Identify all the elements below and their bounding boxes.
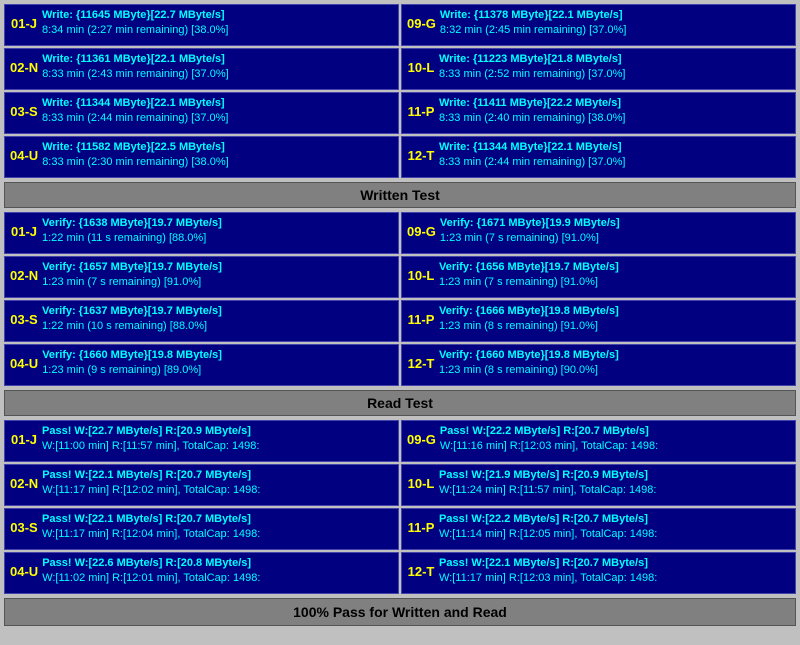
cell-label: 02-N — [10, 52, 42, 83]
grid-cell-left-3: 04-U Verify: {1660 MByte}[19.8 MByte/s] … — [4, 344, 399, 386]
grid-cell-left-0: 01-J Verify: {1638 MByte}[19.7 MByte/s] … — [4, 212, 399, 254]
cell-content: Verify: {1638 MByte}[19.7 MByte/s] 1:22 … — [42, 216, 393, 247]
cell-content: Write: {11361 MByte}[22.1 MByte/s] 8:33 … — [42, 52, 393, 83]
grid-cell-right-3: 12-T Verify: {1660 MByte}[19.8 MByte/s] … — [401, 344, 796, 386]
cell-content: Pass! W:[22.1 MByte/s] R:[20.7 MByte/s] … — [439, 556, 790, 587]
read-section: 01-J Pass! W:[22.7 MByte/s] R:[20.9 MByt… — [4, 420, 796, 594]
grid-cell-left-2: 03-S Pass! W:[22.1 MByte/s] R:[20.7 MByt… — [4, 508, 399, 550]
cell-content: Verify: {1637 MByte}[19.7 MByte/s] 1:22 … — [42, 304, 393, 335]
cell-content: Verify: {1660 MByte}[19.8 MByte/s] 1:23 … — [439, 348, 790, 379]
cell-label: 10-L — [407, 52, 439, 83]
grid-cell-right-2: 11-P Pass! W:[22.2 MByte/s] R:[20.7 MByt… — [401, 508, 796, 550]
grid-cell-left-1: 02-N Write: {11361 MByte}[22.1 MByte/s] … — [4, 48, 399, 90]
grid-cell-right-2: 11-P Verify: {1666 MByte}[19.8 MByte/s] … — [401, 300, 796, 342]
verify-grid: 01-J Verify: {1638 MByte}[19.7 MByte/s] … — [4, 212, 796, 386]
cell-content: Pass! W:[21.9 MByte/s] R:[20.9 MByte/s] … — [439, 468, 790, 499]
cell-label: 03-S — [10, 512, 42, 543]
grid-cell-left-1: 02-N Verify: {1657 MByte}[19.7 MByte/s] … — [4, 256, 399, 298]
verify-section: 01-J Verify: {1638 MByte}[19.7 MByte/s] … — [4, 212, 796, 386]
written-test-header: Written Test — [4, 182, 796, 208]
cell-content: Verify: {1660 MByte}[19.8 MByte/s] 1:23 … — [42, 348, 393, 379]
main-container: 01-J Write: {11645 MByte}[22.7 MByte/s] … — [0, 0, 800, 630]
grid-cell-right-1: 10-L Verify: {1656 MByte}[19.7 MByte/s] … — [401, 256, 796, 298]
cell-label: 12-T — [407, 348, 439, 379]
cell-content: Verify: {1666 MByte}[19.8 MByte/s] 1:23 … — [439, 304, 790, 335]
cell-label: 01-J — [10, 216, 42, 247]
cell-label: 11-P — [407, 96, 439, 127]
cell-content: Pass! W:[22.1 MByte/s] R:[20.7 MByte/s] … — [42, 512, 393, 543]
cell-label: 03-S — [10, 96, 42, 127]
footer-status: 100% Pass for Written and Read — [4, 598, 796, 626]
cell-label: 12-T — [407, 140, 439, 171]
grid-cell-left-2: 03-S Verify: {1637 MByte}[19.7 MByte/s] … — [4, 300, 399, 342]
cell-content: Write: {11223 MByte}[21.8 MByte/s] 8:33 … — [439, 52, 790, 83]
grid-cell-right-2: 11-P Write: {11411 MByte}[22.2 MByte/s] … — [401, 92, 796, 134]
cell-label: 02-N — [10, 468, 42, 499]
cell-label: 09-G — [407, 424, 440, 455]
cell-content: Verify: {1657 MByte}[19.7 MByte/s] 1:23 … — [42, 260, 393, 291]
cell-content: Write: {11344 MByte}[22.1 MByte/s] 8:33 … — [439, 140, 790, 171]
cell-label: 01-J — [10, 424, 42, 455]
grid-cell-left-0: 01-J Pass! W:[22.7 MByte/s] R:[20.9 MByt… — [4, 420, 399, 462]
cell-label: 01-J — [10, 8, 42, 39]
cell-content: Pass! W:[22.6 MByte/s] R:[20.8 MByte/s] … — [42, 556, 393, 587]
cell-content: Verify: {1656 MByte}[19.7 MByte/s] 1:23 … — [439, 260, 790, 291]
grid-cell-left-0: 01-J Write: {11645 MByte}[22.7 MByte/s] … — [4, 4, 399, 46]
write-grid: 01-J Write: {11645 MByte}[22.7 MByte/s] … — [4, 4, 796, 178]
cell-content: Pass! W:[22.7 MByte/s] R:[20.9 MByte/s] … — [42, 424, 393, 455]
read-grid: 01-J Pass! W:[22.7 MByte/s] R:[20.9 MByt… — [4, 420, 796, 594]
cell-label: 09-G — [407, 216, 440, 247]
grid-cell-right-0: 09-G Verify: {1671 MByte}[19.9 MByte/s] … — [401, 212, 796, 254]
grid-cell-left-3: 04-U Pass! W:[22.6 MByte/s] R:[20.8 MByt… — [4, 552, 399, 594]
cell-content: Pass! W:[22.2 MByte/s] R:[20.7 MByte/s] … — [439, 512, 790, 543]
cell-label: 10-L — [407, 260, 439, 291]
grid-cell-left-3: 04-U Write: {11582 MByte}[22.5 MByte/s] … — [4, 136, 399, 178]
cell-label: 04-U — [10, 556, 42, 587]
grid-cell-left-2: 03-S Write: {11344 MByte}[22.1 MByte/s] … — [4, 92, 399, 134]
cell-label: 12-T — [407, 556, 439, 587]
cell-label: 02-N — [10, 260, 42, 291]
cell-content: Write: {11378 MByte}[22.1 MByte/s] 8:32 … — [440, 8, 790, 39]
grid-cell-right-1: 10-L Pass! W:[21.9 MByte/s] R:[20.9 MByt… — [401, 464, 796, 506]
cell-label: 04-U — [10, 140, 42, 171]
cell-label: 03-S — [10, 304, 42, 335]
cell-content: Write: {11411 MByte}[22.2 MByte/s] 8:33 … — [439, 96, 790, 127]
cell-content: Write: {11645 MByte}[22.7 MByte/s] 8:34 … — [42, 8, 393, 39]
grid-cell-left-1: 02-N Pass! W:[22.1 MByte/s] R:[20.7 MByt… — [4, 464, 399, 506]
grid-cell-right-1: 10-L Write: {11223 MByte}[21.8 MByte/s] … — [401, 48, 796, 90]
cell-label: 10-L — [407, 468, 439, 499]
cell-label: 11-P — [407, 512, 439, 543]
grid-cell-right-0: 09-G Pass! W:[22.2 MByte/s] R:[20.7 MByt… — [401, 420, 796, 462]
cell-label: 09-G — [407, 8, 440, 39]
cell-label: 04-U — [10, 348, 42, 379]
cell-content: Verify: {1671 MByte}[19.9 MByte/s] 1:23 … — [440, 216, 790, 247]
grid-cell-right-3: 12-T Pass! W:[22.1 MByte/s] R:[20.7 MByt… — [401, 552, 796, 594]
write-section: 01-J Write: {11645 MByte}[22.7 MByte/s] … — [4, 4, 796, 178]
grid-cell-right-0: 09-G Write: {11378 MByte}[22.1 MByte/s] … — [401, 4, 796, 46]
cell-content: Write: {11582 MByte}[22.5 MByte/s] 8:33 … — [42, 140, 393, 171]
cell-content: Pass! W:[22.2 MByte/s] R:[20.7 MByte/s] … — [440, 424, 790, 455]
read-test-header: Read Test — [4, 390, 796, 416]
cell-content: Pass! W:[22.1 MByte/s] R:[20.7 MByte/s] … — [42, 468, 393, 499]
grid-cell-right-3: 12-T Write: {11344 MByte}[22.1 MByte/s] … — [401, 136, 796, 178]
cell-label: 11-P — [407, 304, 439, 335]
cell-content: Write: {11344 MByte}[22.1 MByte/s] 8:33 … — [42, 96, 393, 127]
